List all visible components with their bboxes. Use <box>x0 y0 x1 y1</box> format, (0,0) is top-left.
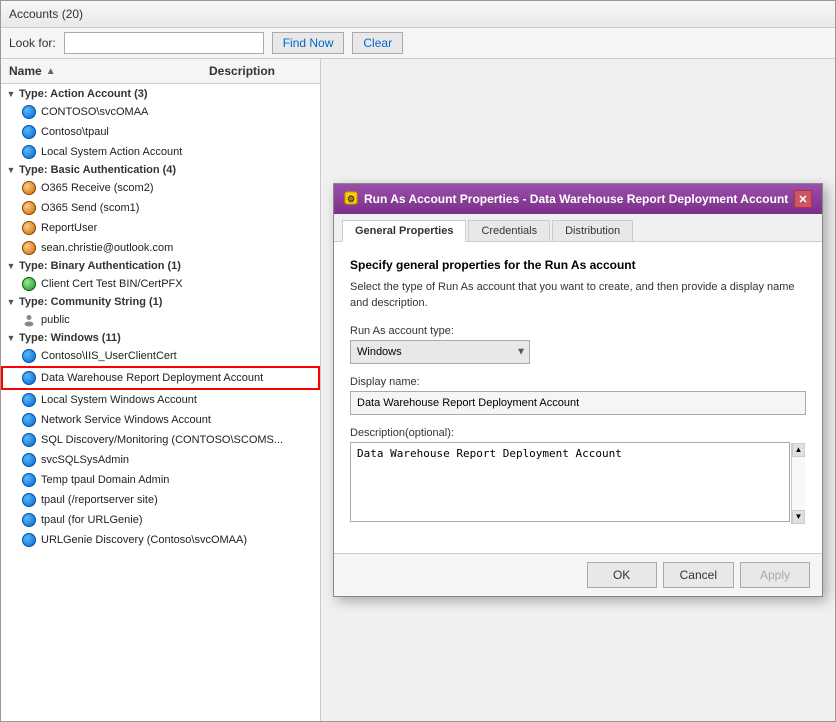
display-name-input[interactable] <box>350 391 806 415</box>
description-scrollbar[interactable]: ▲ ▼ <box>791 443 805 524</box>
list-item[interactable]: svcSQLSysAdmin <box>1 450 320 470</box>
group-windows[interactable]: ▼ Type: Windows (11) <box>1 330 320 346</box>
content-area: Name ▲ Description ▼ Type: Action Accoun… <box>1 59 835 721</box>
look-for-label: Look for: <box>9 36 56 50</box>
list-item[interactable]: sean.christie@outlook.com <box>1 238 320 258</box>
dialog-title-bar: ⚙ Run As Account Properties - Data Wareh… <box>334 184 822 214</box>
tab-credentials[interactable]: Credentials <box>468 220 550 241</box>
col-name-header[interactable]: Name ▲ <box>1 62 201 80</box>
description-label: Description(optional): <box>350 427 806 439</box>
tree-container: ▼ Type: Action Account (3) CONTOSO\svcOM… <box>1 84 320 552</box>
list-item[interactable]: O365 Receive (scom2) <box>1 178 320 198</box>
expand-icon: ▼ <box>5 296 17 308</box>
sort-arrow-icon: ▲ <box>46 66 56 77</box>
globe-icon <box>21 180 37 196</box>
group-binary-auth[interactable]: ▼ Type: Binary Authentication (1) <box>1 258 320 274</box>
globe-icon <box>21 512 37 528</box>
scrollbar-track <box>792 457 805 510</box>
globe-icon <box>21 220 37 236</box>
globe-icon <box>21 412 37 428</box>
list-item[interactable]: URLGenie Discovery (Contoso\svcOMAA) <box>1 530 320 550</box>
list-item-dwrda[interactable]: Data Warehouse Report Deployment Account <box>1 366 320 390</box>
run-as-type-input[interactable] <box>350 340 530 364</box>
globe-icon <box>21 348 37 364</box>
find-now-button[interactable]: Find Now <box>272 32 345 54</box>
group-community-string[interactable]: ▼ Type: Community String (1) <box>1 294 320 310</box>
globe-icon <box>21 532 37 548</box>
display-name-group: Display name: <box>350 376 806 415</box>
list-item[interactable]: Local System Windows Account <box>1 390 320 410</box>
dialog-title: Run As Account Properties - Data Warehou… <box>364 192 788 206</box>
title-bar: Accounts (20) <box>1 1 835 28</box>
run-as-type-label: Run As account type: <box>350 325 806 337</box>
globe-icon <box>21 370 37 386</box>
apply-button[interactable]: Apply <box>740 562 810 588</box>
dialog-overlay: ⚙ Run As Account Properties - Data Wareh… <box>321 59 835 721</box>
globe-icon <box>21 452 37 468</box>
expand-icon: ▼ <box>5 260 17 272</box>
dialog-footer: OK Cancel Apply <box>334 553 822 596</box>
list-item[interactable]: Contoso\tpaul <box>1 122 320 142</box>
group-basic-auth[interactable]: ▼ Type: Basic Authentication (4) <box>1 162 320 178</box>
globe-icon <box>21 392 37 408</box>
window-title: Accounts (20) <box>9 7 83 21</box>
list-item[interactable]: Network Service Windows Account <box>1 410 320 430</box>
list-item[interactable]: tpaul (/reportserver site) <box>1 490 320 510</box>
dialog-body: Specify general properties for the Run A… <box>334 242 822 553</box>
list-item[interactable]: Local System Action Account <box>1 142 320 162</box>
dialog-close-button[interactable]: ✕ <box>794 190 812 208</box>
list-item[interactable]: tpaul (for URLGenie) <box>1 510 320 530</box>
description-group: Description(optional): ▲ ▼ <box>350 427 806 525</box>
right-panel: ⚙ Run As Account Properties - Data Wareh… <box>321 59 835 721</box>
dwrda-label: Data Warehouse Report Deployment Account <box>41 372 314 384</box>
look-for-input[interactable] <box>64 32 264 54</box>
expand-icon: ▼ <box>5 164 17 176</box>
column-headers: Name ▲ Description <box>1 59 320 84</box>
display-name-label: Display name: <box>350 376 806 388</box>
person-icon <box>21 312 37 328</box>
dialog-section-title: Specify general properties for the Run A… <box>350 258 806 272</box>
globe-icon <box>21 104 37 120</box>
list-item[interactable]: public <box>1 310 320 330</box>
globe-icon <box>21 124 37 140</box>
list-item[interactable]: O365 Send (scom1) <box>1 198 320 218</box>
scrollbar-down-btn[interactable]: ▼ <box>792 510 805 524</box>
globe-icon <box>21 492 37 508</box>
globe-icon <box>21 432 37 448</box>
dialog-description: Select the type of Run As account that y… <box>350 280 806 311</box>
col-desc-header[interactable]: Description <box>201 62 320 80</box>
group-action-account[interactable]: ▼ Type: Action Account (3) <box>1 86 320 102</box>
list-item[interactable]: SQL Discovery/Monitoring (CONTOSO\SCOMS.… <box>1 430 320 450</box>
run-as-type-group: Run As account type: ▼ <box>350 325 806 364</box>
expand-icon: ▼ <box>5 332 17 344</box>
svg-text:⚙: ⚙ <box>347 194 355 204</box>
toolbar: Look for: Find Now Clear <box>1 28 835 59</box>
list-item[interactable]: Contoso\IIS_UserClientCert <box>1 346 320 366</box>
list-item[interactable]: Temp tpaul Domain Admin <box>1 470 320 490</box>
clear-button[interactable]: Clear <box>352 32 403 54</box>
globe-icon <box>21 200 37 216</box>
ok-button[interactable]: OK <box>587 562 657 588</box>
globe-icon <box>21 144 37 160</box>
scrollbar-up-btn[interactable]: ▲ <box>792 443 805 457</box>
tab-general-properties[interactable]: General Properties <box>342 220 466 242</box>
cancel-button[interactable]: Cancel <box>663 562 734 588</box>
description-textarea-wrapper: ▲ ▼ <box>350 442 806 525</box>
list-item[interactable]: Client Cert Test BIN/CertPFX <box>1 274 320 294</box>
left-panel: Name ▲ Description ▼ Type: Action Accoun… <box>1 59 321 721</box>
expand-icon: ▼ <box>5 88 17 100</box>
dialog-icon: ⚙ <box>344 191 358 208</box>
run-as-account-dialog: ⚙ Run As Account Properties - Data Wareh… <box>333 183 823 597</box>
globe-icon <box>21 472 37 488</box>
list-item[interactable]: ReportUser <box>1 218 320 238</box>
dropdown-arrow-icon: ▼ <box>516 346 526 357</box>
description-textarea[interactable] <box>350 442 790 522</box>
globe-icon <box>21 240 37 256</box>
dialog-tabs: General Properties Credentials Distribut… <box>334 214 822 242</box>
list-item[interactable]: CONTOSO\svcOMAA <box>1 102 320 122</box>
tab-distribution[interactable]: Distribution <box>552 220 633 241</box>
globe-icon <box>21 276 37 292</box>
main-window: Accounts (20) Look for: Find Now Clear N… <box>0 0 836 722</box>
